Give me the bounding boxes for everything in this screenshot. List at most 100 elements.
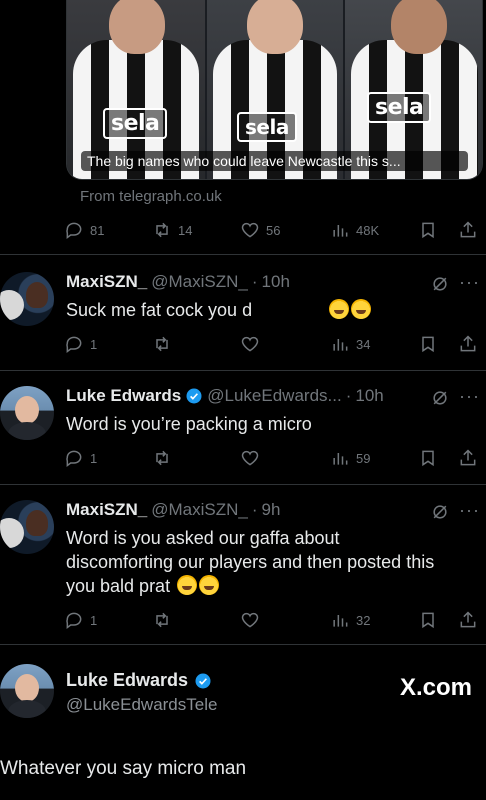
like-icon [241,336,259,352]
tweet-text: Suck me fat cock you d [66,298,466,322]
more-icon[interactable]: ··· [459,386,480,407]
sponsor-logo: sela [367,92,432,123]
tweet-actions: 1 32 [64,608,484,632]
quote-author: Luke Edwards [66,670,212,691]
rofl-emoji [351,299,372,319]
rofl-emoji [329,299,350,319]
timestamp[interactable]: 10h [355,386,383,406]
share-icon [460,221,476,238]
avatar [0,664,54,718]
bookmark-icon [422,450,434,467]
share-button[interactable] [458,608,478,632]
sponsor-logo: sela [103,108,168,139]
shush-emoji [199,575,220,595]
bookmark-icon [422,612,434,629]
bookmark-button[interactable] [418,218,438,242]
reply-icon [66,450,82,467]
reply-button[interactable]: 81 [64,218,104,242]
overlay-caption: Whatever you say micro man [0,758,247,779]
like-icon [241,612,259,628]
divider [0,370,486,371]
share-icon [460,449,476,466]
reply-button[interactable]: 1 [64,446,97,470]
divider [0,644,486,645]
more-icon[interactable]: ··· [459,500,480,521]
share-button[interactable] [458,332,478,356]
avatar[interactable] [0,386,54,440]
share-button[interactable] [458,218,478,242]
rofl-emoji [177,575,198,595]
repost-button[interactable] [152,332,172,356]
bookmark-icon [422,222,434,239]
grok-icon[interactable] [430,502,450,522]
share-button[interactable] [458,446,478,470]
views-icon [333,339,348,351]
repost-button[interactable] [152,446,172,470]
x-logo: X.com [399,674,472,701]
tweet-header: MaxiSZN_ @MaxiSZN_ · 9h [66,500,281,520]
tweet-header: MaxiSZN_ @MaxiSZN_ · 10h [66,272,290,292]
repost-icon [156,222,168,238]
verified-icon [186,388,202,404]
repost-icon [156,612,168,628]
views-button[interactable]: 48K [330,218,379,242]
author-handle[interactable]: @MaxiSZN_ [151,272,248,292]
card-source[interactable]: From telegraph.co.uk [80,188,222,205]
verified-icon [195,673,211,688]
quote-handle: @LukeEdwardsTele [66,695,218,714]
avatar[interactable] [0,500,54,554]
divider [0,254,486,255]
timestamp[interactable]: 10h [262,272,290,292]
reply-button[interactable]: 1 [64,608,97,632]
card-caption: The big names who could leave Newcastle … [81,151,468,171]
author-name[interactable]: MaxiSZN_ [66,272,147,292]
views-icon [333,453,348,465]
reply-tweet[interactable]: MaxiSZN_ @MaxiSZN_ · 9h ··· Word is you … [0,498,486,644]
bookmark-button[interactable] [418,332,438,356]
grok-icon[interactable] [430,274,450,294]
author-handle[interactable]: @LukeEdwards... [207,386,341,406]
sponsor-logo: sela [237,112,297,142]
bookmark-icon [422,336,434,353]
divider [0,484,486,485]
views-icon [333,615,348,627]
author-handle[interactable]: @MaxiSZN_ [151,500,248,520]
reply-tweet[interactable]: MaxiSZN_ @MaxiSZN_ · 10h ··· Suck me fat… [0,270,486,370]
reply-icon [66,336,82,353]
tweet-actions: 1 34 [64,332,484,356]
views-button[interactable]: 59 [330,446,370,470]
reply-icon [66,222,82,239]
reply-icon [66,612,82,629]
share-icon [460,611,476,628]
bookmark-button[interactable] [418,608,438,632]
more-icon[interactable]: ··· [459,272,480,293]
link-card[interactable]: sela sela sela The big names who could l… [66,0,483,180]
repost-button[interactable] [152,608,172,632]
author-name[interactable]: Luke Edwards [66,386,181,406]
reply-tweet[interactable]: Luke Edwards @LukeEdwards... · 10h ··· W… [0,384,486,484]
tweet-header: Luke Edwards @LukeEdwards... · 10h [66,386,384,406]
grok-icon[interactable] [430,388,450,408]
share-icon [460,335,476,352]
like-button[interactable] [240,332,260,356]
repost-icon [156,336,168,352]
tweet-text: Word is you asked our gaffa about discom… [66,528,435,596]
tweet-text: Word is you’re packing a micro [66,414,312,434]
like-button[interactable] [240,446,260,470]
main-tweet-actions: 81 14 56 48K [64,218,484,242]
like-icon [241,450,259,466]
views-icon [333,225,348,237]
reply-button[interactable]: 1 [64,332,97,356]
views-button[interactable]: 34 [330,332,370,356]
repost-icon [156,450,168,466]
repost-button[interactable]: 14 [152,218,192,242]
avatar[interactable] [0,272,54,326]
views-button[interactable]: 32 [330,608,370,632]
tweet-actions: 1 59 [64,446,484,470]
bookmark-button[interactable] [418,446,438,470]
like-button[interactable] [240,608,260,632]
like-icon [241,222,259,238]
like-button[interactable]: 56 [240,218,280,242]
timestamp[interactable]: 9h [262,500,281,520]
author-name[interactable]: MaxiSZN_ [66,500,147,520]
